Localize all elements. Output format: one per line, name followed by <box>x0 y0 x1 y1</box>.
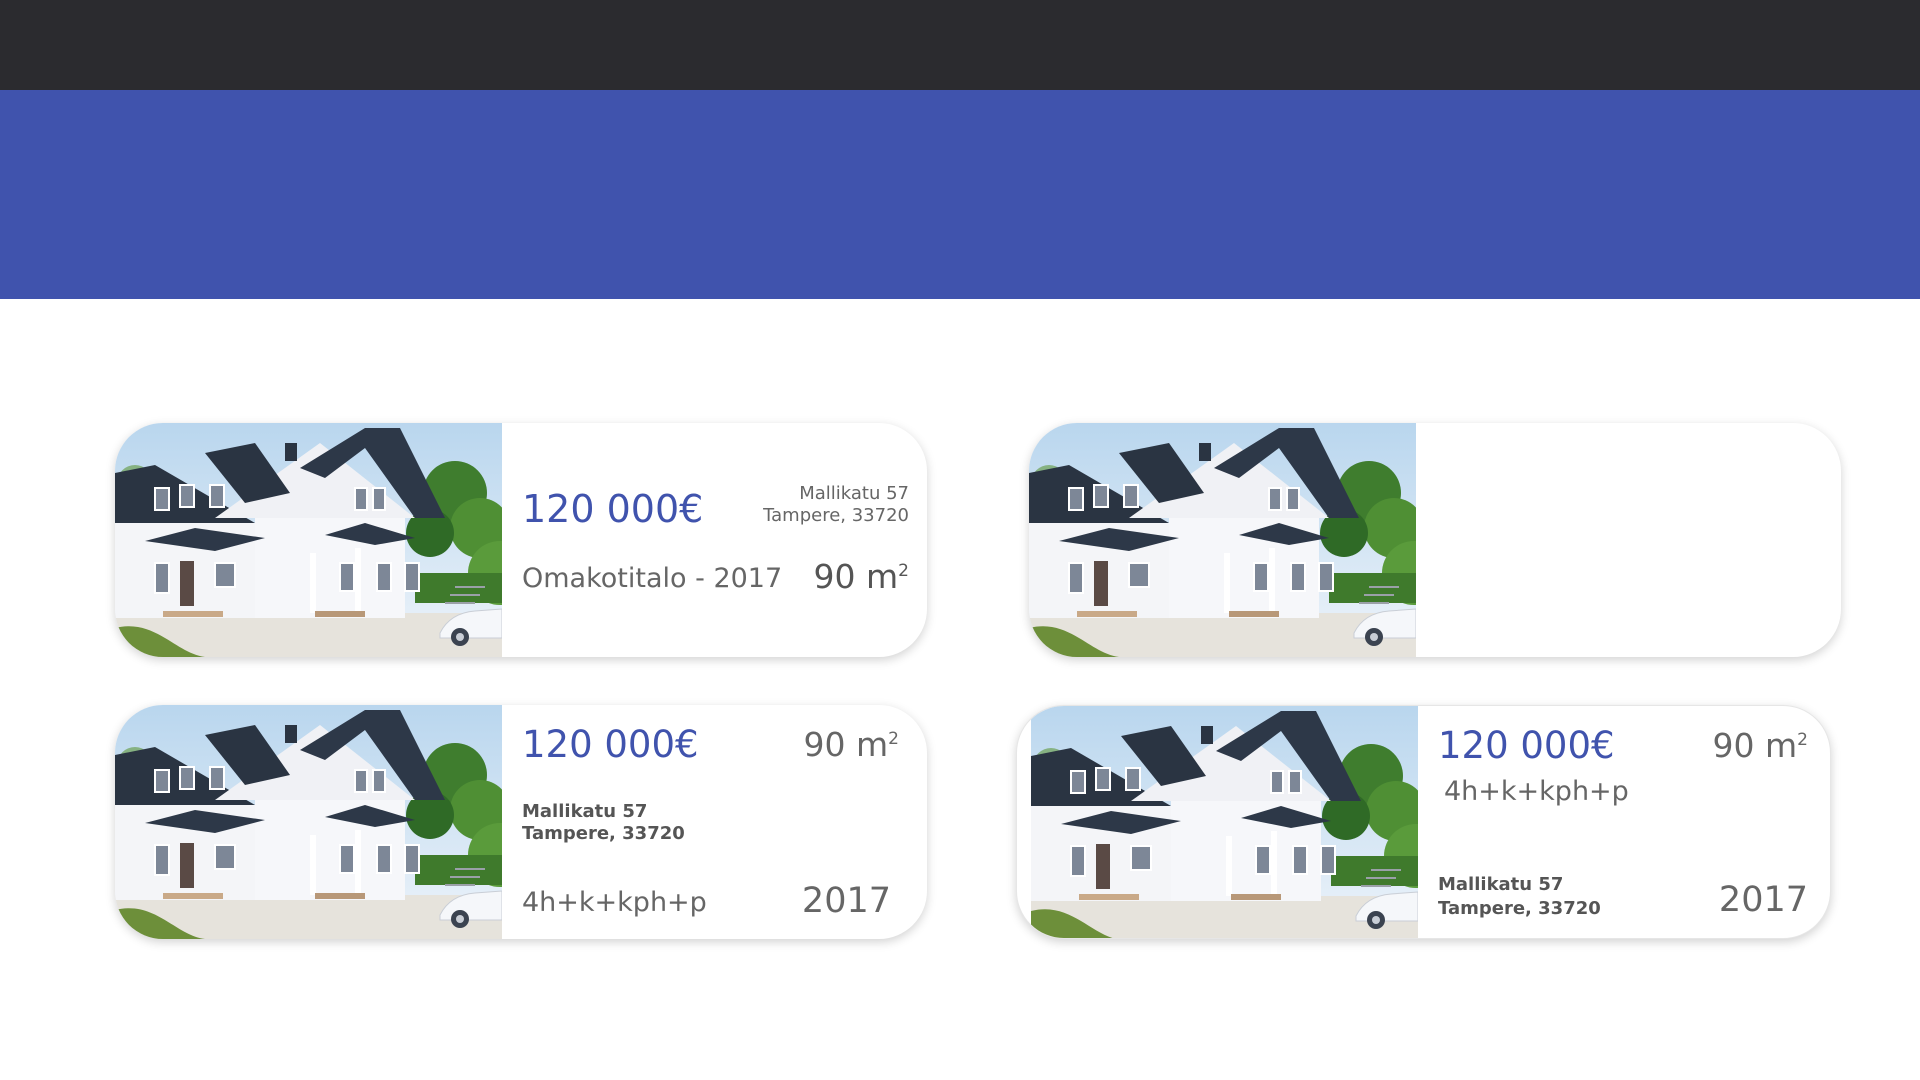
listing-street: Mallikatu 57 <box>522 801 648 822</box>
hero-banner <box>0 90 1920 299</box>
listing-price: 120 000€ <box>1438 724 1615 767</box>
listing-price: 120 000€ <box>522 487 704 531</box>
listing-card-2[interactable] <box>1029 423 1841 657</box>
listing-info-empty <box>1416 423 1841 657</box>
listing-card-1[interactable]: 120 000€ Mallikatu 57 Tampere, 33720 Oma… <box>115 423 927 657</box>
listing-area: 90 m2 <box>813 557 909 596</box>
listing-street: Mallikatu 57 <box>799 483 909 504</box>
listing-city: Tampere, 33720 <box>522 823 685 844</box>
house-photo <box>1029 423 1416 657</box>
listing-rooms: 4h+k+kph+p <box>522 887 707 918</box>
listing-rooms: 4h+k+kph+p <box>1444 776 1629 807</box>
listing-year: 2017 <box>801 881 891 921</box>
listing-area: 90 m2 <box>803 725 899 764</box>
listing-card-3[interactable]: 120 000€ 90 m2 Mallikatu 57 Tampere, 337… <box>115 705 927 939</box>
listing-info: 120 000€ 90 m2 4h+k+kph+p Mallikatu 57 T… <box>1418 706 1830 938</box>
listing-card-4[interactable]: 120 000€ 90 m2 4h+k+kph+p Mallikatu 57 T… <box>1016 705 1831 939</box>
listing-info: 120 000€ 90 m2 Mallikatu 57 Tampere, 337… <box>502 705 927 939</box>
listing-year: 2017 <box>1718 880 1808 920</box>
listing-area: 90 m2 <box>1712 726 1808 765</box>
house-photo <box>115 423 502 657</box>
listing-type-year: Omakotitalo - 2017 <box>522 563 783 594</box>
listing-street: Mallikatu 57 <box>1438 874 1564 895</box>
listing-city: Tampere, 33720 <box>763 505 909 526</box>
top-app-bar <box>0 0 1920 90</box>
listing-info: 120 000€ Mallikatu 57 Tampere, 33720 Oma… <box>502 423 927 657</box>
house-photo <box>1031 706 1418 939</box>
listing-price: 120 000€ <box>522 723 699 766</box>
house-photo <box>115 705 502 939</box>
listing-city: Tampere, 33720 <box>1438 898 1601 919</box>
